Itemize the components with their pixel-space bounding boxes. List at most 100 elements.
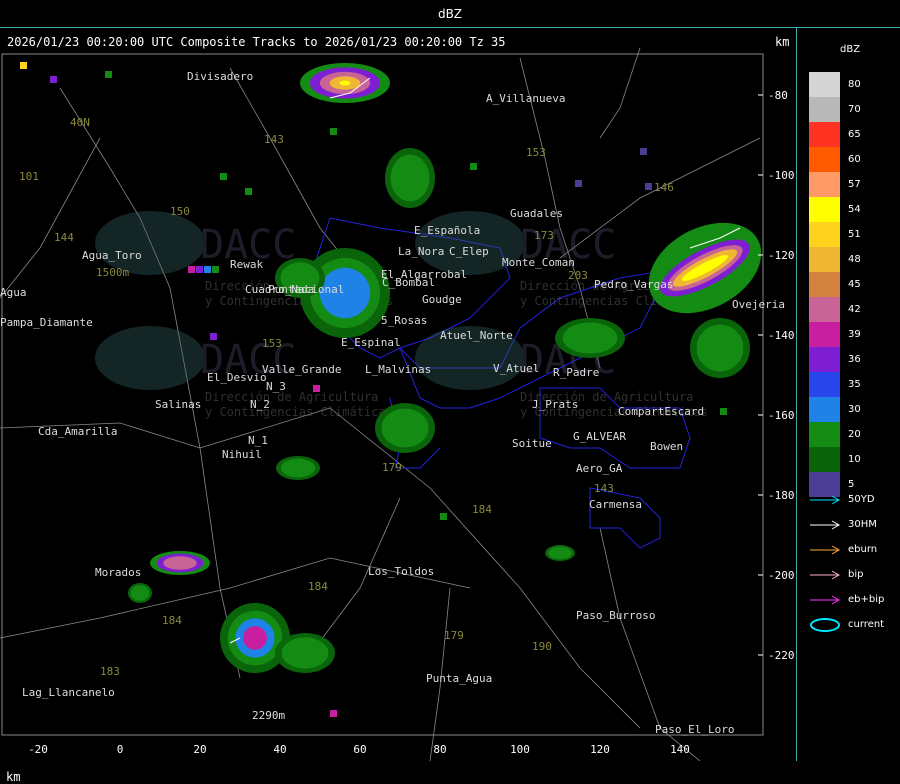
route-number: 144 [54,231,74,244]
route-number: 153 [262,337,282,350]
legend-track-label: eburn [848,544,878,555]
legend-level-label: 5 [848,479,855,490]
place-label: Bowen [650,440,683,453]
legend-track-label: 30HM [848,519,877,530]
place-label: Puntada [268,283,314,296]
place-label: Atuel_Norte [440,329,513,342]
radar-echo-pixel [330,710,337,717]
y-tick-label: -120 [768,249,795,262]
radar-echo-cell [562,322,618,354]
legend-track-label: current [848,619,885,630]
place-label: G_ALVEAR [573,430,626,443]
place-label: CompartEscard [618,405,704,418]
radar-echo-pixel [105,71,112,78]
place-label: Soitue [512,437,552,450]
y-tick-label: -140 [768,329,795,342]
x-tick-label: 140 [670,743,690,756]
radar-echo-cell [280,458,316,478]
route-number: 143 [264,133,284,146]
track-arrow-icon [810,545,841,555]
route-number: 184 [162,614,182,627]
top-bar: dBZ [0,0,900,28]
radar-echo-pixel [720,408,727,415]
radar-echo-cell [243,626,267,650]
radar-echo-cell [339,80,351,86]
legend-swatch-42 [809,297,840,322]
place-label: Cda_Amarilla [38,425,117,438]
radar-echo-pixel [188,266,195,273]
legend-level-label: 54 [848,204,861,215]
track-arrow-icon [810,570,841,580]
radar-echo-pixel [440,513,447,520]
route-number: 146 [654,181,674,194]
current-ellipse-icon [810,618,840,632]
x-tick-label: 40 [273,743,286,756]
place-label: Divisadero [187,70,253,83]
legend-track-label: 50YD [848,494,875,505]
place-label: Carmensa [589,498,642,511]
place-label: Goudge [422,293,462,306]
legend-level-label: 70 [848,104,861,115]
route-number: 183 [100,665,120,678]
y-tick-label: -200 [768,569,795,582]
y-tick-label: -220 [768,649,795,662]
place-label: 2290m [252,709,285,722]
place-label: Monte_Coman [502,256,575,269]
legend-level-label: 45 [848,279,861,290]
legend-level-label: 60 [848,154,861,165]
x-tick-label: 20 [193,743,206,756]
place-label: N_2 [250,398,270,411]
route-number: 179 [382,461,402,474]
place-label: J_Prats [532,398,578,411]
legend-swatch-45 [809,272,840,297]
svg-text:Dirección de Agricultura: Dirección de Agricultura [205,390,378,404]
legend-swatch-35 [809,372,840,397]
legend-level-label: 42 [848,304,861,315]
route-number: 190 [532,640,552,653]
radar-echo-pixel [330,128,337,135]
legend-swatch-20 [809,422,840,447]
legend-level-label: 57 [848,179,861,190]
route-number: 143 [594,482,614,495]
radar-echo-cell [548,546,572,560]
radar-map-canvas[interactable]: DACC DACC DACC DACC Dirección de Agricul… [0,28,797,762]
route-number: 150 [170,205,190,218]
place-label: E_Española [414,224,480,237]
track-arrow-icon [810,495,841,505]
place-label: 5_Rosas [381,314,427,327]
radar-echo-pixel [245,188,252,195]
radar-echo-pixel [204,266,211,273]
radar-map[interactable]: DACC DACC DACC DACC Dirección de Agricul… [0,28,797,784]
legend-level-label: 80 [848,79,861,90]
place-label: Aero_GA [576,462,623,475]
legend-level-label: 35 [848,379,861,390]
legend-level-label: 51 [848,229,861,240]
radar-echo-cell [130,585,150,601]
place-label: Ovejeria [732,298,785,311]
svg-text:y Contingencias Climáticas: y Contingencias Climáticas [205,405,393,419]
legend-swatch-36 [809,347,840,372]
legend-track-label: bip [848,569,864,580]
legend-swatch-70 [809,97,840,122]
place-label: Rewak [230,258,263,271]
place-label: Morados [95,566,141,579]
legend-swatch-51 [809,222,840,247]
place-label: N_3 [266,380,286,393]
place-label: V_Atuel [493,362,539,375]
x-tick-label: 0 [117,743,124,756]
x-axis-ticks: -20 0 20 40 60 80 100 120 140 [28,743,690,756]
route-number: 153 [526,146,546,159]
place-label: Agua [0,286,27,299]
place-label: Los_Toldos [368,565,434,578]
route-number: 101 [19,170,39,183]
route-number: 184 [308,580,328,593]
x-tick-label: 100 [510,743,530,756]
legend-level-label: 65 [848,129,861,140]
radar-echo-pixel [313,385,320,392]
place-label: Pedro_Vargas [594,278,673,291]
legend-level-label: 48 [848,254,861,265]
legend-title: dBZ [840,44,861,55]
unit-label-bottom: km [6,770,21,784]
place-label: Salinas [155,398,201,411]
route-number: 40N [70,116,90,129]
